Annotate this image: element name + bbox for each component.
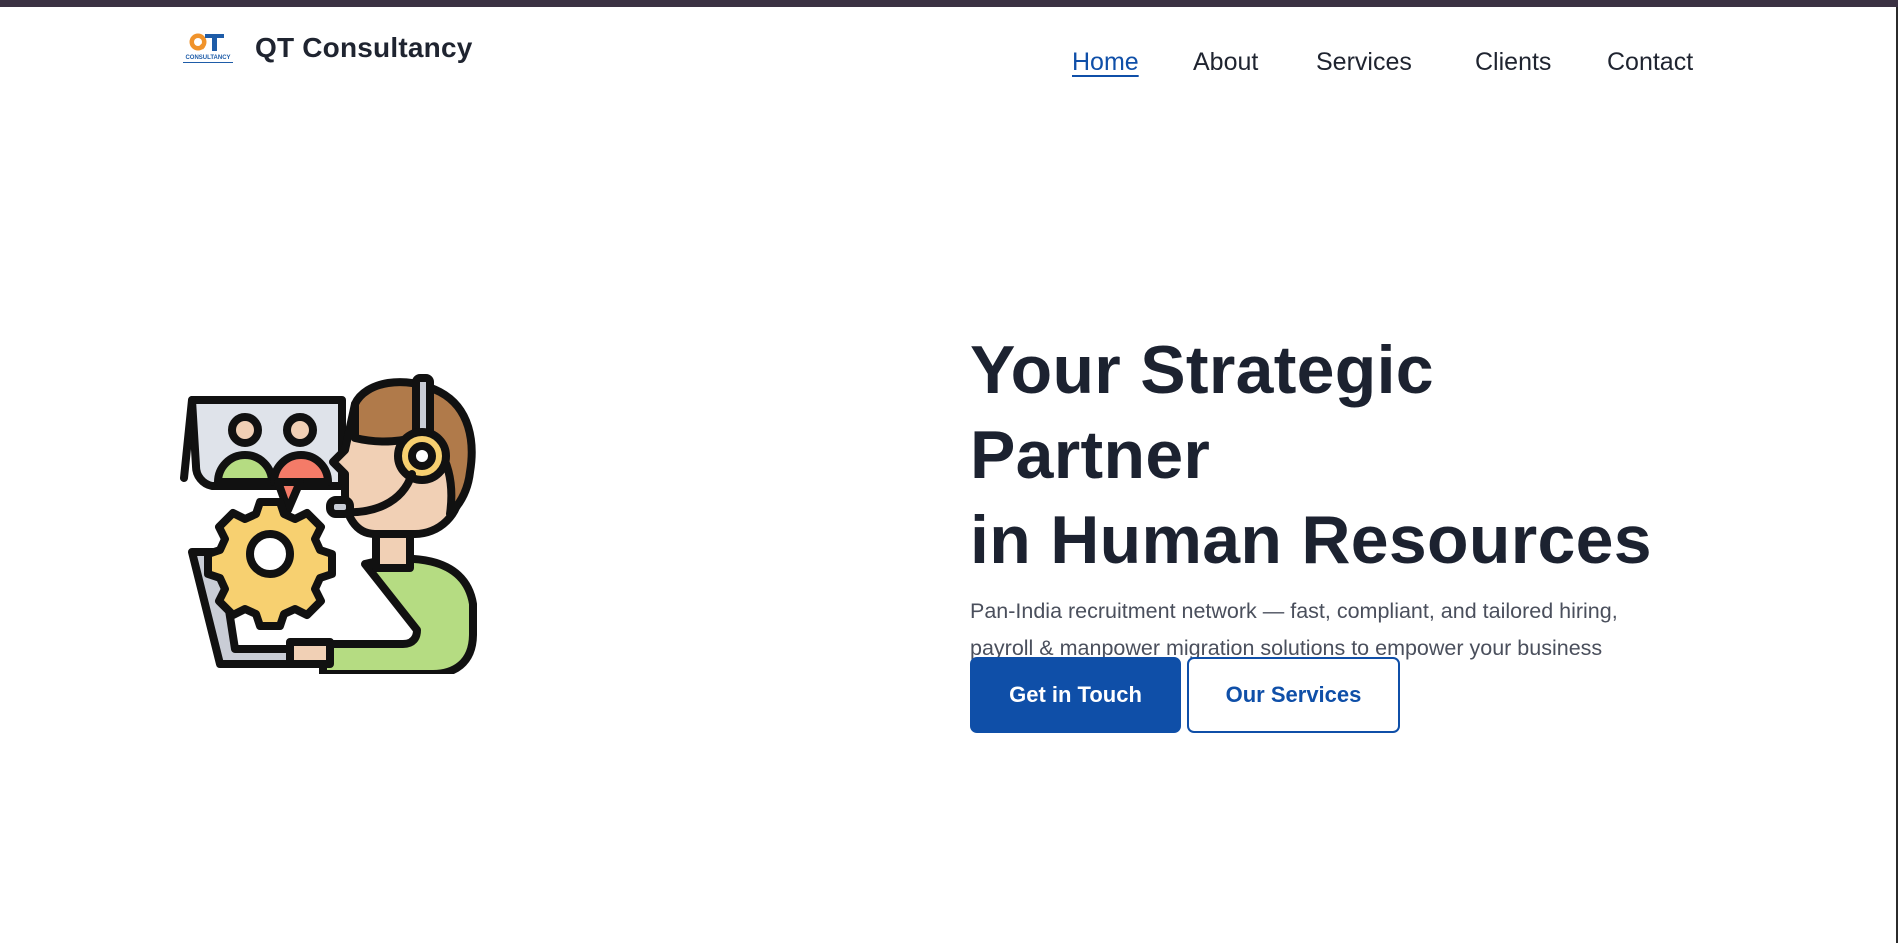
nav-clients-link[interactable]: Clients (1475, 42, 1551, 82)
main-nav: Home About Services Clients Contact (0, 42, 1898, 82)
nav-about-link[interactable]: About (1193, 42, 1258, 82)
hero-actions: Get in Touch Our Services (970, 657, 1400, 733)
get-in-touch-button[interactable]: Get in Touch (970, 657, 1181, 733)
hr-support-agent-illustration-icon (180, 374, 485, 678)
hero-text: Your Strategic Partner in Human Resource… (970, 328, 1690, 704)
nav-contact-link[interactable]: Contact (1607, 42, 1693, 82)
hero-title: Your Strategic Partner in Human Resource… (970, 328, 1690, 583)
site-header: CONSULTANCY QT Consultancy Home About Se… (0, 7, 1898, 102)
hero-title-line1: Your Strategic Partner (970, 332, 1434, 493)
our-services-button[interactable]: Our Services (1187, 657, 1400, 733)
nav-home-link[interactable]: Home (1072, 42, 1139, 82)
top-accent-bar (0, 0, 1898, 7)
nav-services-link[interactable]: Services (1316, 42, 1412, 82)
hero-title-line2: in Human Resources (970, 502, 1652, 578)
